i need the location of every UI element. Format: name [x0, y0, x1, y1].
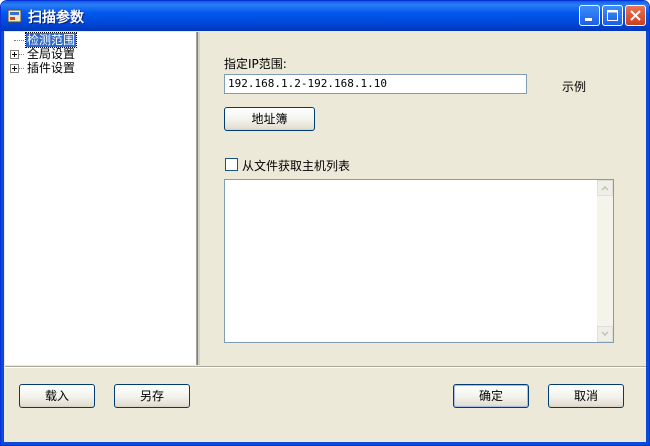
tree-connector — [19, 54, 24, 55]
maximize-icon — [607, 10, 618, 21]
cancel-button[interactable]: 取消 — [548, 384, 624, 408]
tree-item-label: 检测范围 — [24, 32, 78, 48]
expand-icon[interactable] — [10, 64, 19, 73]
scroll-up-button[interactable] — [597, 180, 613, 196]
scroll-down-button[interactable] — [597, 326, 613, 342]
close-button[interactable] — [625, 5, 646, 26]
arrow-down-icon — [601, 331, 609, 337]
tree-connector — [14, 40, 24, 41]
app-icon — [7, 9, 22, 23]
minimize-icon — [585, 18, 592, 21]
window-frame-right — [646, 31, 649, 445]
tree-item-label: 全局设置 — [27, 47, 76, 61]
expand-icon[interactable] — [10, 50, 19, 59]
save-as-button[interactable]: 另存 — [114, 384, 190, 408]
vertical-scrollbar[interactable] — [597, 180, 613, 342]
ok-button[interactable]: 确定 — [453, 384, 529, 408]
pane-splitter[interactable] — [197, 32, 200, 365]
window-frame-bottom — [1, 442, 649, 445]
footer-divider — [5, 366, 646, 368]
tree-item-label: 插件设置 — [27, 61, 76, 75]
ip-range-label: 指定IP范围: — [224, 57, 287, 71]
host-list-textarea[interactable] — [224, 179, 614, 343]
minimize-button[interactable] — [579, 5, 600, 26]
address-book-button[interactable]: 地址簿 — [224, 107, 315, 131]
from-file-checkbox[interactable] — [225, 158, 238, 171]
example-link[interactable]: 示例 — [562, 78, 586, 95]
arrow-up-icon — [601, 185, 609, 191]
close-icon — [630, 10, 641, 21]
tree-connector — [19, 68, 24, 69]
title-bar[interactable]: 扫描参数 — [1, 1, 649, 31]
maximize-button[interactable] — [602, 5, 623, 26]
ip-range-input[interactable]: 192.168.1.2-192.168.1.10 — [224, 74, 527, 94]
load-button[interactable]: 载入 — [19, 384, 95, 408]
from-file-label: 从文件获取主机列表 — [242, 159, 351, 173]
window-title: 扫描参数 — [28, 10, 84, 26]
settings-tree[interactable]: 检测范围 全局设置 插件设置 — [5, 32, 197, 365]
window-frame-left — [1, 31, 4, 445]
scan-parameters-dialog: 扫描参数 检测范围 全局设置 插件设置 指定IP范围: 192.168.1.2-… — [0, 0, 650, 446]
